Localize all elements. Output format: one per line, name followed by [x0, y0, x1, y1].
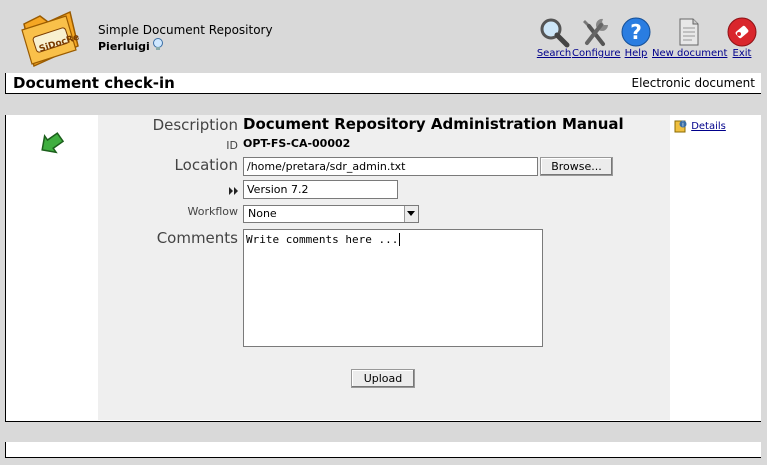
- toolbar-new-document[interactable]: New document: [652, 16, 727, 59]
- comments-text: Write comments here ...: [246, 233, 399, 246]
- exit-link[interactable]: Exit: [733, 48, 752, 59]
- help-icon: ?: [621, 17, 651, 47]
- configure-icon: [583, 18, 608, 46]
- double-arrow-icon: [229, 180, 239, 199]
- toolbar-exit[interactable]: Exit: [726, 16, 758, 59]
- page-title-bar: Document check-in Electronic document: [5, 73, 761, 94]
- description-value: Document Repository Administration Manua…: [243, 115, 624, 133]
- search-link[interactable]: Search: [537, 48, 571, 59]
- details-link[interactable]: Details: [691, 121, 726, 132]
- comments-label: Comments: [156, 229, 238, 247]
- workflow-value: None: [248, 207, 277, 220]
- new-document-icon: [679, 18, 699, 46]
- exit-icon: [727, 17, 757, 47]
- help-link[interactable]: Help: [625, 48, 648, 59]
- toolbar-search[interactable]: Search: [536, 16, 572, 59]
- app-title: Simple Document Repository: [98, 23, 273, 37]
- details-icon: i: [674, 120, 687, 133]
- chevron-down-icon[interactable]: [404, 206, 418, 222]
- configure-link[interactable]: Configure: [572, 48, 620, 59]
- user-name: Pierluigi: [98, 40, 150, 53]
- app-logo: SiDocRe: [18, 10, 82, 68]
- details-link-container[interactable]: i Details: [674, 119, 726, 133]
- new-document-link[interactable]: New document: [652, 48, 727, 59]
- svg-text:?: ?: [630, 20, 642, 44]
- id-label: ID: [226, 139, 238, 152]
- document-id-value: OPT-FS-CA-00002: [243, 137, 351, 150]
- description-label: Description: [152, 116, 238, 134]
- location-label: Location: [174, 156, 238, 174]
- workflow-label: Workflow: [187, 205, 238, 218]
- toolbar-help[interactable]: ? Help: [620, 16, 652, 59]
- document-type-label: Electronic document: [631, 76, 755, 90]
- text-cursor: ​: [399, 233, 401, 246]
- browse-button[interactable]: Browse...: [540, 157, 613, 176]
- upload-button[interactable]: Upload: [351, 369, 415, 388]
- page-title: Document check-in: [13, 74, 175, 92]
- search-icon: [540, 18, 570, 48]
- back-arrow-icon[interactable]: [36, 125, 68, 157]
- comments-textarea[interactable]: Write comments here ...​: [243, 229, 543, 347]
- version-input[interactable]: Version 7.2: [243, 180, 398, 199]
- lightbulb-icon: [152, 37, 164, 51]
- workflow-select[interactable]: None: [243, 205, 419, 223]
- toolbar: Search Configure ? Help New document Exi…: [536, 16, 764, 66]
- footer-bar: [5, 442, 761, 458]
- toolbar-configure[interactable]: Configure: [572, 16, 620, 59]
- location-input[interactable]: /home/pretara/sdr_admin.txt: [243, 157, 538, 176]
